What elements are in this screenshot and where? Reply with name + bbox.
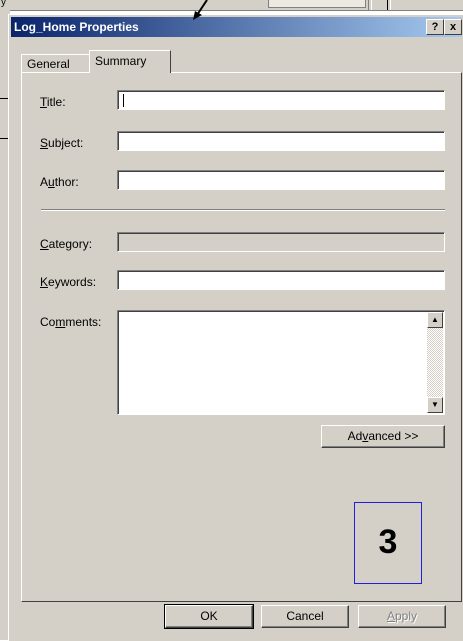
background-window-text: y xyxy=(1,0,6,8)
ok-button[interactable]: OK xyxy=(164,604,254,629)
tab-summary[interactable]: Summary xyxy=(89,50,171,75)
scroll-down-icon[interactable]: ▼ xyxy=(427,397,443,413)
subject-label: Subject: xyxy=(40,136,84,150)
background-window-divider xyxy=(387,0,391,10)
dialog-title: Log_Home Properties xyxy=(14,20,139,34)
pointer-arrow-icon xyxy=(193,0,208,20)
category-label: Category: xyxy=(40,237,93,251)
author-field[interactable] xyxy=(117,170,445,190)
text-caret xyxy=(123,94,124,107)
step-annotation-box: 3 xyxy=(354,502,422,584)
advanced-button[interactable]: Advanced >> xyxy=(321,425,445,448)
subject-field[interactable] xyxy=(117,131,445,151)
title-label: Title: xyxy=(40,95,66,109)
category-field[interactable] xyxy=(117,232,445,252)
title-field[interactable] xyxy=(117,90,445,110)
tab-general[interactable]: General xyxy=(21,54,95,73)
background-window-strip xyxy=(0,0,463,11)
background-window-divider xyxy=(368,0,372,10)
title-bar[interactable]: Log_Home Properties ? x xyxy=(11,17,462,37)
background-window-field xyxy=(268,0,366,8)
close-button[interactable]: x xyxy=(444,19,462,35)
comments-scrollbar[interactable]: ▲ ▼ xyxy=(427,312,443,413)
separator-line xyxy=(41,209,445,211)
keywords-field[interactable] xyxy=(117,270,445,290)
cancel-button[interactable]: Cancel xyxy=(261,605,349,628)
comments-label: Comments: xyxy=(40,315,102,329)
step-number: 3 xyxy=(378,523,398,561)
comments-textarea[interactable]: ▲ ▼ xyxy=(117,310,445,415)
properties-dialog: Log_Home Properties ? x General Summary … xyxy=(8,14,463,641)
author-label: Author: xyxy=(40,175,79,189)
scroll-up-icon[interactable]: ▲ xyxy=(427,312,443,328)
keywords-label: Keywords: xyxy=(40,275,97,289)
help-button[interactable]: ? xyxy=(426,19,444,35)
apply-button[interactable]: Apply xyxy=(358,605,446,628)
